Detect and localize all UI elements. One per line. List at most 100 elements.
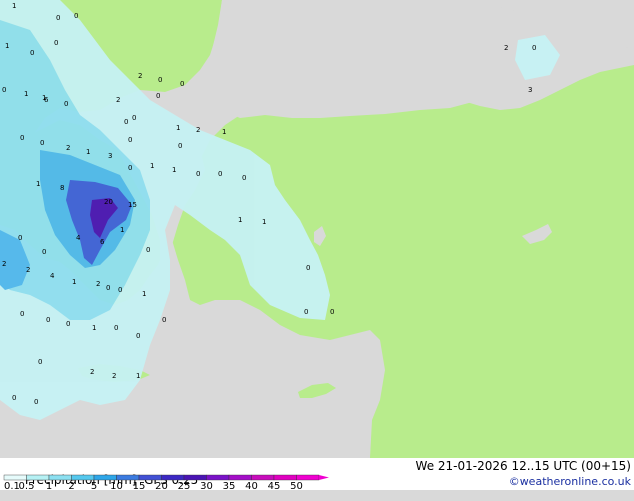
station-value: 1 [5,42,9,50]
legend-tick-label: 40 [245,481,258,490]
station-value: 0 [114,324,118,332]
valid-time: We 21-01-2026 12..15 UTC (00+15) [415,459,631,473]
legend-swatch [138,474,162,481]
legend-swatch [273,474,297,481]
legend-swatch [48,474,72,481]
legend-swatch [116,474,140,481]
station-value: 1 [24,90,28,98]
station-value: 15 [128,201,137,209]
station-value: 6 [100,238,105,246]
station-value: 2 [112,372,116,380]
station-value: 6 [44,96,49,104]
legend-swatch [26,474,50,481]
legend-swatch [183,474,207,481]
station-value: 4 [76,234,81,242]
station-value: 2 [138,72,142,80]
station-value: 2 [116,96,120,104]
legend-arrow [319,475,329,480]
weather-map-frame: 1 0 0 1 0 0 2 0 1 0 1 2 0 0 0 0 1 2 1 0 0 0 0 0 0 0 2 3 6 2 1 3 1 1 0 0 0 8 20… [0,0,634,490]
precipitation-map: 10 01002 010120 0001 2 100000002362 1 31 1000820… [0,0,634,458]
station-value: 1 [72,278,76,286]
station-value: 2 [504,44,508,52]
station-value: 0 [156,92,160,100]
station-value: 1 [36,180,40,188]
station-value: 2 [96,280,100,288]
legend-tick-label: 20 [155,481,168,490]
station-value: 0 [330,308,334,316]
station-value: 2 [26,266,30,274]
station-value: 20 [104,198,113,206]
station-value: 0 [196,170,200,178]
station-value: 0 [136,332,140,340]
station-value: 0 [20,134,24,142]
legend-tick-label: 35 [223,481,236,490]
legend-swatch [206,474,230,481]
station-value: 0 [30,49,34,57]
legend-tick-label: 2 [68,481,74,490]
station-value: 3 [108,152,112,160]
legend-swatch [3,474,27,481]
station-value: 0 [304,308,308,316]
legend-tick-label: 0.5 [19,481,35,490]
legend-swatch [161,474,185,481]
map-footer: Precipitation [mm] GFS 0.25 We 21-01-202… [0,458,634,490]
station-value: 0 [54,39,58,47]
legend-tick-label: 0.1 [4,481,20,490]
station-value: 8 [60,184,64,192]
station-value: 0 [34,398,38,406]
station-value: 0 [218,170,222,178]
legend-tick-label: 10 [110,481,123,490]
station-value: 1 [150,162,154,170]
legend-tick-label: 50 [290,481,303,490]
legend-tick-label: 5 [91,481,97,490]
station-value: 1 [120,226,124,234]
station-value: 0 [124,118,128,126]
legend-swatch [296,474,320,481]
station-value: 0 [18,234,22,242]
station-value: 0 [162,316,166,324]
station-value: 0 [46,316,50,324]
station-value: 1 [92,324,96,332]
station-value: 0 [146,246,150,254]
legend-swatch [71,474,95,481]
station-value: 1 [222,128,226,136]
station-value: 2 [66,144,70,152]
credit-link[interactable]: ©weatheronline.co.uk [509,475,631,488]
legend-swatch [93,474,117,481]
legend-swatch [251,474,275,481]
station-value: 0 [128,136,132,144]
station-value: 0 [132,114,136,122]
station-value: 0 [118,286,122,294]
black-sea [205,0,505,118]
legend-swatch [228,474,252,481]
station-value: 1 [172,166,176,174]
station-value: 1 [262,218,266,226]
station-value: 0 [158,76,162,84]
station-value: 0 [2,86,6,94]
station-value: 0 [128,164,132,172]
station-value: 0 [64,100,68,108]
station-value: 0 [38,358,42,366]
legend-tick-label: 45 [268,481,281,490]
station-value: 2 [196,126,200,134]
station-value: 4 [50,272,55,280]
station-value: 0 [532,44,536,52]
station-value: 0 [106,284,110,292]
station-value: 1 [142,290,146,298]
station-value: 0 [242,174,246,182]
station-value: 0 [40,139,44,147]
legend-tick-label: 1 [46,481,52,490]
station-value: 1 [86,148,90,156]
station-value: 0 [20,310,24,318]
station-value: 0 [66,320,70,328]
station-value: 0 [180,80,184,88]
station-value: 0 [56,14,60,22]
station-value: 3 [528,86,532,94]
station-value: 0 [12,394,16,402]
legend-tick-label: 30 [200,481,213,490]
station-value: 0 [42,248,46,256]
legend-tick-label: 25 [178,481,191,490]
color-legend: 0.10.5 1 2 5 10 15 20 25 30 35 40 45 50 [3,474,329,490]
station-value: 2 [2,260,6,268]
station-value: 2 [90,368,94,376]
